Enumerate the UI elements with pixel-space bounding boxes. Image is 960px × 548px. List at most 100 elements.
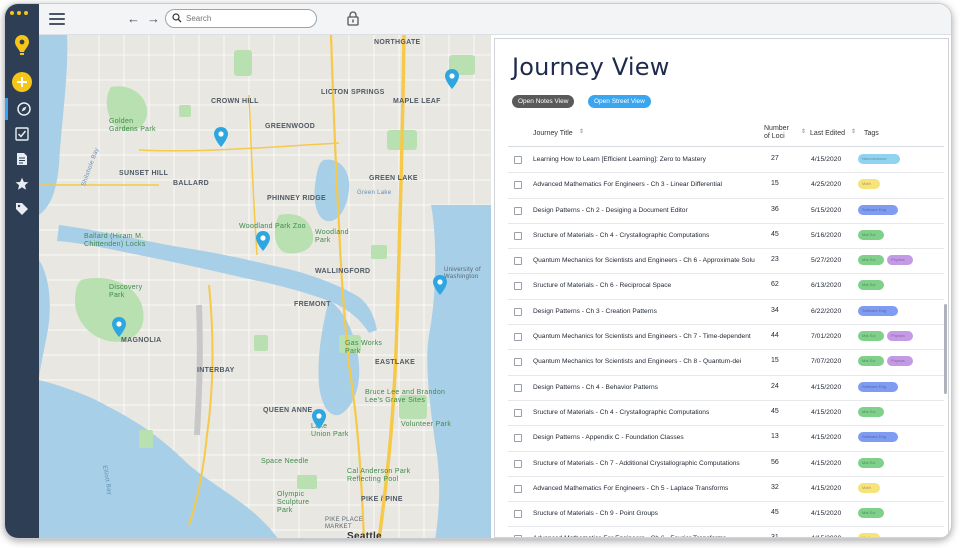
last-edited-cell: 4/15/2020 <box>811 156 842 163</box>
tag-badge[interactable]: Mat Sci <box>858 406 884 417</box>
table-row[interactable]: Sructure of Materials - Ch 4 - Crystallo… <box>508 401 944 427</box>
tag-badge[interactable]: Math <box>858 533 880 537</box>
sort-icon[interactable]: ⇕ <box>579 128 584 135</box>
sort-icon[interactable]: ⇕ <box>801 128 806 135</box>
checklist-icon[interactable] <box>5 123 39 145</box>
table-row[interactable]: Sructure of Materials - Ch 4 - Crystallo… <box>508 224 944 250</box>
row-checkbox[interactable] <box>514 358 522 367</box>
table-row[interactable]: Learning How to Learn [Efficient Learnin… <box>508 148 944 174</box>
loci-count-cell: 45 <box>771 230 779 238</box>
table-row[interactable]: Quantum Mechanics for Scientists and Eng… <box>508 249 944 275</box>
tag-badge[interactable]: Mat Sci <box>858 255 884 266</box>
add-icon[interactable] <box>5 71 39 93</box>
table-row[interactable]: Advanced Mathematics For Engineers - Ch … <box>508 527 944 537</box>
star-icon[interactable] <box>5 173 39 195</box>
journey-title-cell: Advanced Mathematics For Engineers - Ch … <box>533 181 722 189</box>
window-controls[interactable] <box>10 11 28 15</box>
table-row[interactable]: Quantum Mechanics for Scientists and Eng… <box>508 325 944 351</box>
location-pin-icon[interactable] <box>256 231 270 251</box>
column-header-last-edited[interactable]: Last Edited <box>810 130 845 138</box>
lock-icon[interactable] <box>347 11 359 26</box>
tag-icon[interactable] <box>5 198 39 220</box>
tag-badge[interactable]: Software Eng <box>858 204 898 215</box>
journey-title-cell: Quantum Mechanics for Scientists and Eng… <box>533 358 742 366</box>
tag-badge[interactable]: Mat Sci <box>858 280 884 291</box>
location-pin-icon[interactable] <box>312 409 326 429</box>
table-row[interactable]: Design Patterns - Ch 2 - Desiging a Docu… <box>508 199 944 224</box>
forward-arrow-icon[interactable]: → <box>147 11 160 26</box>
row-checkbox[interactable] <box>514 231 522 240</box>
row-checkbox[interactable] <box>514 383 522 392</box>
last-edited-cell: 5/27/2020 <box>811 257 842 265</box>
tag-badge[interactable]: Neuroscience <box>858 154 900 164</box>
table-row[interactable]: Quantum Mechanics for Scientists and Eng… <box>508 350 944 376</box>
map-view[interactable]: NORTHGATE LICTON SPRINGS MAPLE LEAF CROW… <box>39 35 491 538</box>
back-arrow-icon[interactable]: ← <box>127 11 140 26</box>
hamburger-menu-icon[interactable] <box>49 13 65 25</box>
table-row[interactable]: Design Patterns - Ch 3 - Creation Patter… <box>508 300 944 326</box>
row-checkbox[interactable] <box>514 535 522 537</box>
row-checkbox[interactable] <box>514 257 522 266</box>
tag-badge[interactable]: Mat Sci <box>858 508 884 519</box>
tag-badge[interactable]: Physics <box>887 356 913 367</box>
row-checkbox[interactable] <box>514 206 522 215</box>
table-row[interactable]: Sructure of Materials - Ch 6 - Reciproca… <box>508 274 944 300</box>
sort-icon[interactable]: ⇕ <box>851 128 856 135</box>
open-notes-view-button[interactable]: Open Notes View <box>512 95 575 108</box>
row-checkbox[interactable] <box>514 484 522 493</box>
tag-badge[interactable]: Physics <box>887 255 913 266</box>
map-label-pike-place: PIKE PLACE MARKET <box>325 517 364 530</box>
table-row[interactable]: Advanced Mathematics For Engineers - Ch … <box>508 173 944 199</box>
column-header-tags[interactable]: Tags <box>864 130 879 138</box>
row-checkbox[interactable] <box>514 408 522 417</box>
journey-title-cell: Sructure of Materials - Ch 6 - Reciproca… <box>533 282 672 290</box>
tags-cell: Software Eng <box>858 432 898 443</box>
sidebar <box>5 4 39 538</box>
tag-badge[interactable]: Mat Sci <box>858 457 884 468</box>
search-bar[interactable] <box>165 9 317 28</box>
row-checkbox[interactable] <box>514 156 522 164</box>
tag-badge[interactable]: Math <box>858 179 880 190</box>
column-header-number-of-loci[interactable]: Number of Loci <box>764 125 789 141</box>
table-row[interactable]: Sructure of Materials - Ch 7 - Additiona… <box>508 452 944 477</box>
last-edited-cell: 5/15/2020 <box>811 206 842 214</box>
row-checkbox[interactable] <box>514 333 522 342</box>
row-checkbox[interactable] <box>514 307 522 316</box>
last-edited-cell: 4/15/2020 <box>811 383 842 391</box>
open-street-view-button[interactable]: Open Street View <box>588 95 651 108</box>
tag-badge[interactable]: Software Eng <box>858 381 898 392</box>
tag-badge[interactable]: Software Eng <box>858 305 898 316</box>
table-row[interactable]: Sructure of Materials - Ch 9 - Point Gro… <box>508 502 944 528</box>
search-input[interactable] <box>186 11 310 26</box>
row-checkbox[interactable] <box>514 459 522 468</box>
row-checkbox[interactable] <box>514 434 522 443</box>
table-row[interactable]: Advanced Mathematics For Engineers - Ch … <box>508 477 944 503</box>
journey-title-cell: Design Patterns - Ch 3 - Creation Patter… <box>533 307 657 315</box>
column-header-journey-title[interactable]: Journey Title <box>533 130 573 138</box>
row-checkbox[interactable] <box>514 181 522 190</box>
table-row[interactable]: Design Patterns - Ch 4 - Behavior Patter… <box>508 376 944 401</box>
tag-badge[interactable]: Software Eng <box>858 432 898 443</box>
document-icon[interactable] <box>5 148 39 170</box>
compass-icon[interactable] <box>5 98 39 120</box>
row-checkbox[interactable] <box>514 282 522 291</box>
tag-badge[interactable]: Mat Sci <box>858 356 884 367</box>
scrollbar[interactable] <box>944 304 947 394</box>
map-label-sunset-hill: SUNSET HILL <box>119 170 169 177</box>
loci-count-cell: 45 <box>771 407 779 415</box>
tag-badge[interactable]: Physics <box>887 331 913 342</box>
tag-badge[interactable]: Math <box>858 482 880 493</box>
loci-count-cell: 13 <box>771 433 779 441</box>
map-label-woodland-park: Woodland Park <box>315 229 349 244</box>
journey-title-cell: Sructure of Materials - Ch 4 - Crystallo… <box>533 231 710 239</box>
table-row[interactable]: Design Patterns - Appendix C - Foundatio… <box>508 426 944 452</box>
journey-title-cell: Advanced Mathematics For Engineers - Ch … <box>533 535 761 537</box>
logo-pin-icon <box>5 34 39 56</box>
row-checkbox[interactable] <box>514 510 522 519</box>
tag-badge[interactable]: Mat Sci <box>858 331 884 342</box>
tag-badge[interactable]: Mat Sci <box>858 229 884 240</box>
location-pin-icon[interactable] <box>112 317 126 337</box>
location-pin-icon[interactable] <box>433 275 447 295</box>
location-pin-icon[interactable] <box>445 69 459 89</box>
location-pin-icon[interactable] <box>214 127 228 147</box>
